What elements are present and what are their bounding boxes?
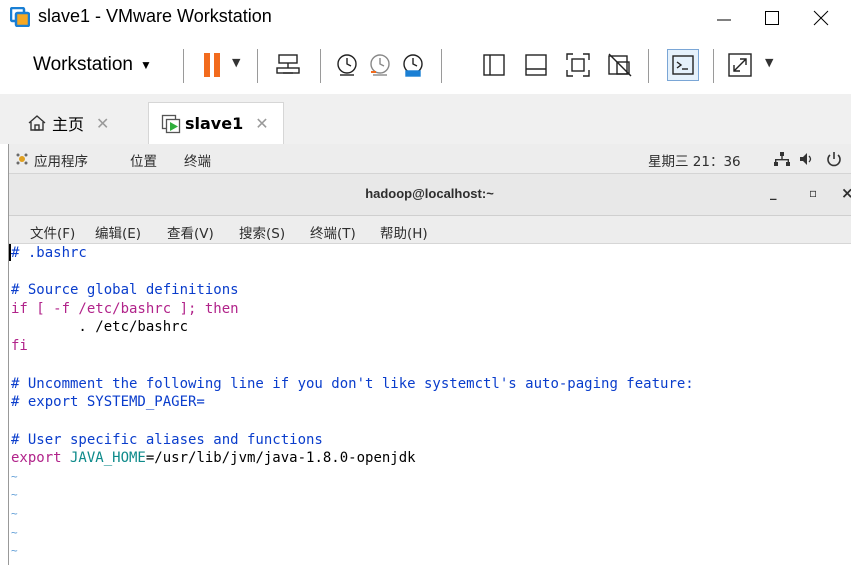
empty-line-marker: ~	[11, 526, 18, 539]
console-view-button[interactable]	[667, 49, 699, 81]
pause-button[interactable]	[196, 49, 228, 81]
editor-line: # User specific aliases and functions	[11, 432, 323, 448]
library-icon	[483, 54, 505, 76]
editor-line: fi	[11, 338, 28, 354]
empty-line-marker: ~	[11, 488, 18, 501]
gnome-top-panel: 应用程序 位置 终端 星期三 21：36	[8, 144, 851, 174]
unity-icon	[608, 53, 632, 77]
stretch-guest-button[interactable]	[724, 49, 756, 81]
power-icon[interactable]	[826, 151, 842, 167]
vm-console[interactable]: 应用程序 位置 终端 星期三 21：36 hadoop@localhost:~ …	[8, 144, 851, 565]
places-menu[interactable]: 位置	[130, 150, 157, 170]
close-icon	[813, 10, 829, 26]
console-border	[8, 144, 9, 565]
menu-file[interactable]: 文件(F)	[30, 222, 75, 242]
empty-line-marker: ~	[11, 470, 18, 483]
send-ctrl-alt-del-button[interactable]	[272, 49, 304, 81]
variable-name: JAVA_HOME	[61, 450, 146, 466]
workstation-menu-label: Workstation	[33, 54, 133, 75]
menu-search[interactable]: 搜索(S)	[239, 222, 285, 242]
code-text: =/usr/lib/jvm/java-1.8.0-openjdk	[145, 450, 416, 466]
editor-line: # .bashrc	[11, 245, 87, 261]
tab-home-label: 主页	[52, 115, 85, 134]
keyword-export: export	[11, 450, 62, 466]
keyword-then: then	[204, 301, 239, 317]
keyword-if: if	[11, 301, 28, 317]
send-ctrl-alt-del-icon	[276, 54, 300, 74]
toolbar-separator	[257, 49, 258, 83]
terminal-maximize-button[interactable]: ▫	[809, 186, 817, 200]
terminal-close-button[interactable]: ×	[841, 184, 851, 202]
stretch-guest-icon	[728, 53, 752, 77]
terminal-title: hadoop@localhost:~	[365, 186, 494, 201]
snapshot-revert-icon	[370, 54, 390, 76]
editor-line: if [ -f /etc/bashrc ]; then	[11, 300, 239, 318]
home-icon	[28, 115, 46, 131]
terminal-app-menu[interactable]: 终端	[184, 150, 211, 170]
empty-line-marker: ~	[11, 544, 18, 557]
close-tab-icon[interactable]: ✕	[255, 114, 268, 133]
empty-line-marker: ~	[11, 507, 18, 520]
full-screen-button[interactable]	[562, 49, 594, 81]
terminal-content[interactable]: # .bashrc # Source global definitions if…	[8, 244, 851, 565]
maximize-icon	[765, 11, 779, 25]
volume-icon[interactable]	[800, 153, 814, 165]
pause-icon	[204, 53, 220, 77]
clock[interactable]: 星期三 21：36	[648, 150, 741, 170]
menu-edit[interactable]: 编辑(E)	[95, 222, 141, 242]
terminal-menubar: 文件(F) 编辑(E) 查看(V) 搜索(S) 终端(T) 帮助(H)	[8, 216, 851, 244]
stretch-dropdown-icon[interactable]: ▼	[765, 56, 773, 69]
vm-tab-bar: 主页 ✕ slave1 ✕	[0, 94, 851, 144]
vmware-toolbar: Workstation ▼ ▼ ▼	[0, 36, 851, 94]
window-title: slave1 - VMware Workstation	[38, 6, 272, 26]
workstation-menu[interactable]: Workstation ▼	[33, 51, 152, 79]
thumbnail-bar-button[interactable]	[520, 49, 552, 81]
toolbar-separator	[441, 49, 442, 83]
caret-down-icon: ▼	[139, 58, 152, 72]
revert-snapshot-button[interactable]	[364, 49, 396, 81]
terminal-minimize-button[interactable]: _	[770, 186, 777, 201]
editor-line: export JAVA_HOME=/usr/lib/jvm/java-1.8.0…	[11, 449, 416, 467]
applications-menu[interactable]: 应用程序	[34, 150, 88, 170]
menu-help[interactable]: 帮助(H)	[380, 222, 428, 242]
toolbar-separator	[648, 49, 649, 83]
show-library-button[interactable]	[478, 49, 510, 81]
unity-button[interactable]	[604, 49, 636, 81]
menu-terminal[interactable]: 终端(T)	[310, 222, 356, 242]
minimize-icon	[717, 19, 731, 21]
tab-home[interactable]: 主页 ✕	[20, 102, 142, 144]
thumbnail-bar-icon	[525, 54, 547, 76]
snapshot-manager-icon	[403, 54, 423, 77]
minimize-button[interactable]	[704, 3, 744, 33]
window-titlebar: slave1 - VMware Workstation	[0, 0, 851, 36]
tab-slave1-label: slave1	[185, 114, 244, 133]
code-text: [ -f /etc/bashrc ];	[27, 301, 205, 317]
console-view-icon	[672, 55, 694, 75]
vmware-app-icon	[10, 7, 30, 27]
snapshot-manager-button[interactable]	[397, 49, 429, 81]
editor-line: . /etc/bashrc	[11, 319, 189, 335]
terminal-titlebar: hadoop@localhost:~ _ ▫ ×	[8, 174, 851, 216]
pause-dropdown-icon[interactable]: ▼	[232, 56, 240, 69]
editor-line: # Source global definitions	[11, 282, 239, 298]
toolbar-separator	[183, 49, 184, 83]
toolbar-separator	[713, 49, 714, 83]
network-icon[interactable]	[774, 152, 790, 166]
full-screen-icon	[566, 53, 590, 77]
take-snapshot-button[interactable]	[331, 49, 363, 81]
editor-line: # export SYSTEMD_PAGER=	[11, 394, 205, 410]
editor-line: # Uncomment the following line if you do…	[11, 376, 694, 392]
vm-icon	[161, 114, 181, 133]
menu-view[interactable]: 查看(V)	[167, 222, 214, 242]
gnome-foot-icon	[16, 153, 28, 165]
close-tab-icon[interactable]: ✕	[96, 114, 109, 133]
tab-slave1[interactable]: slave1 ✕	[148, 102, 284, 144]
close-button[interactable]	[801, 3, 841, 33]
toolbar-separator	[320, 49, 321, 83]
maximize-button[interactable]	[752, 3, 792, 33]
snapshot-take-icon	[337, 54, 357, 76]
